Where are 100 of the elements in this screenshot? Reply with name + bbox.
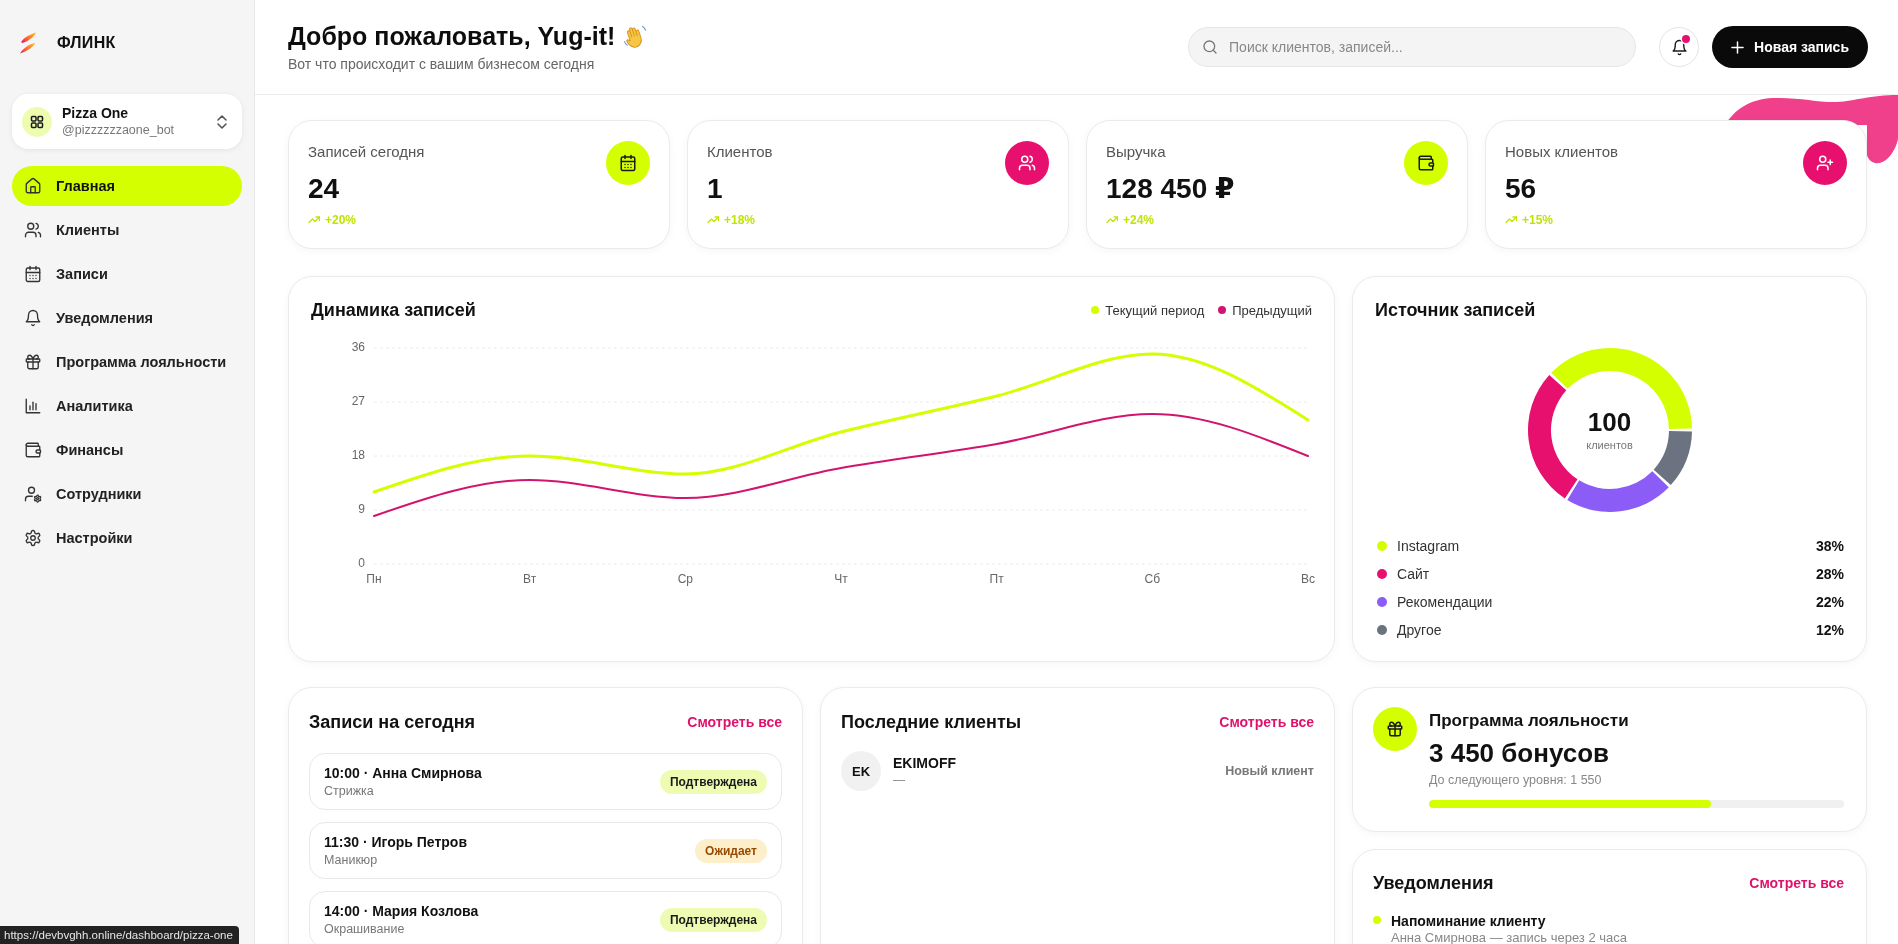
- gift-icon: [24, 353, 42, 371]
- trend-up-icon: [1505, 215, 1517, 225]
- appointment-item[interactable]: 10:00 · Анна Смирнова Стрижка Подтверждена: [309, 753, 782, 810]
- nav-item[interactable]: Аналитика: [12, 386, 242, 426]
- x-axis-label: Пт: [989, 572, 1004, 586]
- legend-label: Предыдущий: [1232, 302, 1312, 318]
- stat-value: 24: [308, 172, 341, 206]
- logo-text: ФЛИНК: [57, 34, 116, 52]
- new-entry-button[interactable]: Новая запись: [1712, 26, 1868, 68]
- donut-caption: клиентов: [1586, 438, 1633, 452]
- view-all-link[interactable]: Смотреть все: [1749, 875, 1844, 891]
- stat-label: Выручка: [1106, 143, 1167, 161]
- workspace-switcher[interactable]: Pizza One @pizzzzzzaone_bot: [12, 94, 242, 149]
- stat-label: Новых клиентов: [1505, 143, 1619, 161]
- view-all-link[interactable]: Смотреть все: [1219, 714, 1314, 730]
- legend-label: Сайт: [1397, 566, 1431, 582]
- x-axis-label: Вт: [523, 572, 537, 586]
- stat-change: +18%: [724, 212, 756, 228]
- nav-item[interactable]: Главная: [12, 166, 242, 206]
- y-axis-label: 18: [351, 448, 365, 463]
- workspace-handle: @pizzzzzzaone_bot: [62, 122, 176, 138]
- legend-value: 12%: [1815, 622, 1844, 638]
- card-title: Уведомления: [1373, 872, 1494, 894]
- client-avatar: EK: [841, 751, 881, 791]
- card-title: Источник записей: [1375, 299, 1537, 321]
- client-detail: —: [893, 772, 906, 788]
- nav-item[interactable]: Настройки: [12, 518, 242, 558]
- trend-up-icon: [707, 215, 719, 225]
- search-icon: [1202, 39, 1219, 55]
- y-axis-label: 0: [358, 556, 365, 571]
- stat-change: +15%: [1522, 212, 1554, 228]
- workspace-name: Pizza One: [62, 105, 130, 122]
- chevron-up-down-icon: [216, 113, 228, 130]
- legend-value: 28%: [1815, 566, 1844, 582]
- settings-icon: [24, 529, 42, 547]
- card-title: Записи на сегодня: [309, 711, 476, 733]
- nav-item[interactable]: Финансы: [12, 430, 242, 470]
- stat-value: 1: [707, 172, 724, 206]
- nav-item[interactable]: Уведомления: [12, 298, 242, 338]
- stat-value: 128 450 ₽: [1106, 172, 1235, 206]
- status-url-tooltip: https://devbvghh.online/dashboard/pizza-one: [0, 926, 239, 944]
- nav-item[interactable]: Программа лояльности: [12, 342, 242, 382]
- status-badge: Ожидает: [695, 838, 767, 863]
- stat-change: +20%: [325, 212, 357, 228]
- stat-label: Записей сегодня: [308, 143, 425, 161]
- legend-value: 22%: [1815, 594, 1844, 610]
- page-title: Добро пожаловать, Yug-it!: [288, 21, 616, 51]
- nav-item[interactable]: Записи: [12, 254, 242, 294]
- user-settings-icon: [24, 485, 42, 503]
- page-subtitle: Вот что происходит с вашим бизнесом сегодня: [288, 55, 596, 73]
- appointment-service: Маникюр: [324, 852, 379, 868]
- x-axis-label: Ср: [677, 572, 693, 586]
- x-axis-label: Чт: [834, 572, 848, 586]
- search-field[interactable]: Поиск клиентов, записей...: [1188, 27, 1637, 67]
- x-axis-label: Сб: [1144, 572, 1161, 586]
- stat-change: +24%: [1123, 212, 1155, 228]
- donut-total: 100: [1587, 408, 1632, 436]
- y-axis-label: 27: [351, 394, 365, 409]
- loyalty-next-level: До следующего уровня: 1 550: [1429, 772, 1603, 788]
- logo-icon: [19, 32, 37, 54]
- gift-icon: [1373, 707, 1417, 751]
- card-title: Динамика записей: [311, 299, 476, 321]
- legend-label: Instagram: [1397, 538, 1461, 554]
- client-name: EKIMOFF: [893, 754, 957, 772]
- bell-icon: [1670, 38, 1688, 56]
- home-icon: [24, 177, 42, 195]
- client-tag: Новый клиент: [1225, 764, 1314, 778]
- status-badge: Подтверждена: [659, 907, 767, 932]
- x-axis-label: Пн: [366, 572, 382, 586]
- legend-label: Рекомендации: [1397, 594, 1494, 610]
- appointment-service: Окрашивание: [324, 921, 406, 937]
- bell-icon: [24, 309, 42, 327]
- y-axis-label: 9: [358, 502, 365, 517]
- stat-value: 56: [1505, 172, 1538, 206]
- appointment-item[interactable]: 11:30 · Игорь Петров Маникюр Ожидает: [309, 822, 782, 879]
- appointment-title: 14:00 · Мария Козлова: [324, 902, 479, 920]
- appointment-title: 11:30 · Игорь Петров: [324, 833, 467, 851]
- stat-label: Клиентов: [707, 143, 773, 161]
- trend-up-icon: [308, 215, 320, 225]
- card-title: Последние клиенты: [841, 711, 1022, 733]
- view-all-link[interactable]: Смотреть все: [687, 714, 782, 730]
- loyalty-title: Программа лояльности: [1429, 711, 1630, 731]
- status-badge: Подтверждена: [659, 769, 767, 794]
- notification-title: Напоминание клиенту: [1391, 912, 1547, 930]
- grid-icon: [22, 106, 52, 137]
- legend-label: Другое: [1397, 622, 1443, 638]
- wallet-icon: [24, 441, 42, 459]
- legend-label: Текущий период: [1105, 302, 1205, 318]
- plus-icon: [1731, 40, 1745, 54]
- calendar-icon: [24, 265, 42, 283]
- nav-item[interactable]: Сотрудники: [12, 474, 242, 514]
- bar-chart-icon: [24, 397, 42, 415]
- waving-hand-icon: [623, 24, 648, 48]
- users-icon: [24, 221, 42, 239]
- notifications-button[interactable]: [1659, 27, 1700, 67]
- nav-item[interactable]: Клиенты: [12, 210, 242, 250]
- appointment-title: 10:00 · Анна Смирнова: [324, 764, 482, 782]
- legend-value: 38%: [1815, 538, 1844, 554]
- y-axis-label: 36: [351, 340, 365, 355]
- loyalty-points: 3 450 бонусов: [1429, 737, 1611, 769]
